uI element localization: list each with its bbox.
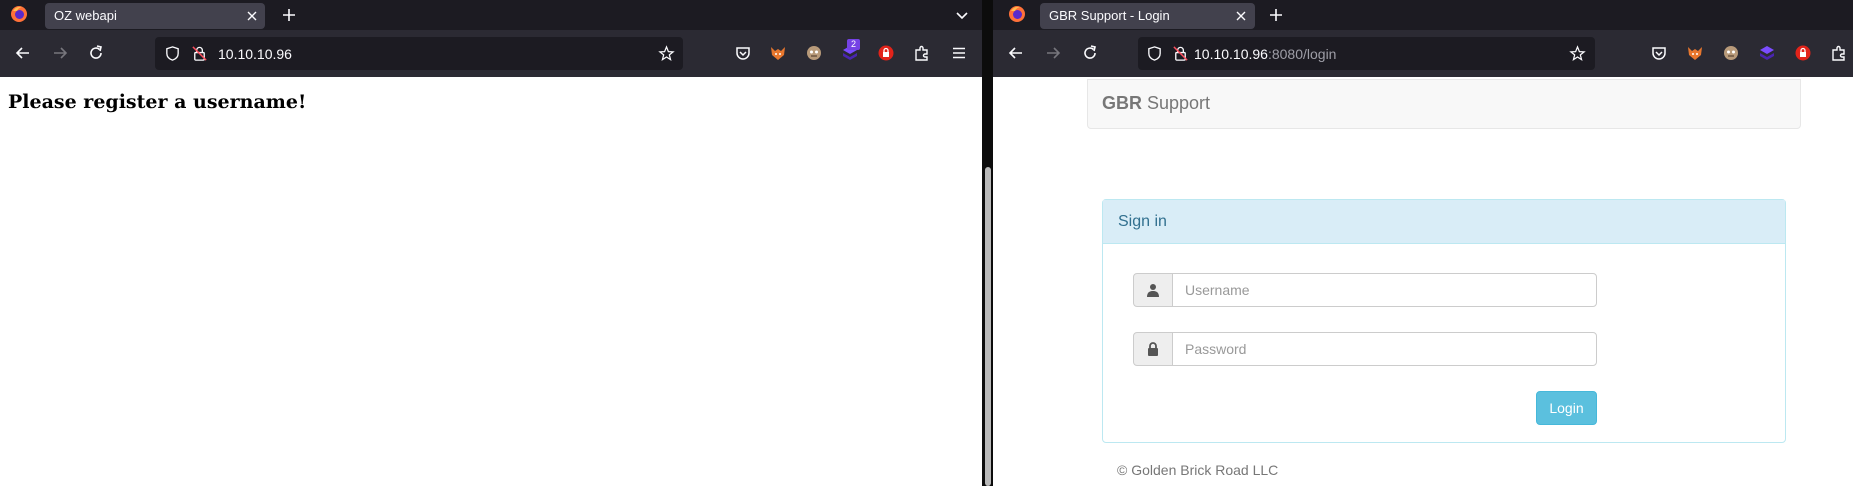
brand-rest: Support bbox=[1142, 93, 1211, 113]
nav-toolbar: 10.10.10.96:8080/login bbox=[993, 30, 1853, 77]
nav-toolbar: 10.10.10.96 2 bbox=[0, 30, 982, 77]
tab-title: GBR Support - Login bbox=[1049, 8, 1170, 23]
forward-arrow-icon[interactable] bbox=[50, 43, 70, 63]
password-group bbox=[1133, 332, 1597, 366]
star-icon[interactable] bbox=[658, 45, 675, 62]
shield-icon[interactable] bbox=[164, 45, 181, 62]
cookie-editor-icon[interactable] bbox=[805, 44, 823, 62]
plus-icon[interactable] bbox=[280, 6, 298, 24]
brand-bold: GBR bbox=[1102, 93, 1142, 113]
plus-icon[interactable] bbox=[1267, 6, 1285, 24]
page-content: GBR Support Sign in Username Login © Gol… bbox=[993, 77, 1853, 486]
tab-oz-webapi[interactable]: OZ webapi bbox=[45, 3, 265, 29]
lock-icon bbox=[1148, 342, 1158, 356]
page-content: Please register a username! bbox=[0, 77, 982, 486]
extensions-icon[interactable] bbox=[1830, 44, 1848, 62]
page-heading: Please register a username! bbox=[8, 91, 307, 113]
lock-slash-icon[interactable] bbox=[1172, 45, 1189, 62]
sign-in-panel: Sign in Username Login bbox=[1102, 199, 1786, 443]
username-input[interactable] bbox=[1172, 273, 1597, 307]
wappalyzer-icon[interactable] bbox=[1758, 44, 1776, 62]
brand-link[interactable]: GBR Support bbox=[1102, 93, 1210, 114]
extensions-icon[interactable] bbox=[913, 44, 931, 62]
url-bar[interactable]: 10.10.10.96:8080/login bbox=[1138, 37, 1595, 70]
url-text: 10.10.10.96:8080/login bbox=[1194, 46, 1336, 62]
foxyproxy-icon[interactable] bbox=[1686, 44, 1704, 62]
firefox-logo-icon[interactable] bbox=[10, 5, 28, 23]
password-addon bbox=[1133, 332, 1173, 366]
tab-bar: GBR Support - Login bbox=[993, 0, 1853, 30]
scrollbar-thumb[interactable] bbox=[985, 167, 991, 486]
url-text: 10.10.10.96 bbox=[218, 46, 292, 62]
login-button[interactable]: Login bbox=[1536, 391, 1597, 425]
reload-icon[interactable] bbox=[86, 43, 106, 63]
tab-bar: OZ webapi bbox=[0, 0, 982, 30]
panel-title: Sign in bbox=[1118, 213, 1167, 230]
pocket-icon[interactable] bbox=[734, 44, 752, 62]
close-icon[interactable] bbox=[1233, 8, 1249, 24]
panel-heading: Sign in bbox=[1103, 200, 1785, 244]
ublock-icon[interactable] bbox=[877, 44, 895, 62]
user-icon bbox=[1147, 284, 1159, 297]
hamburger-menu-icon[interactable] bbox=[950, 44, 968, 62]
password-input[interactable] bbox=[1172, 332, 1597, 366]
pocket-icon[interactable] bbox=[1650, 44, 1668, 62]
tab-title: OZ webapi bbox=[54, 8, 117, 23]
close-icon[interactable] bbox=[244, 8, 260, 24]
username-addon bbox=[1133, 273, 1173, 307]
left-browser-window: OZ webapi 10.10.10.96 2 Please register … bbox=[0, 0, 982, 486]
firefox-logo-icon[interactable] bbox=[1008, 5, 1026, 23]
star-icon[interactable] bbox=[1569, 45, 1586, 62]
username-group bbox=[1133, 273, 1597, 307]
footer-copyright: © Golden Brick Road LLC bbox=[1117, 462, 1279, 478]
cookie-editor-icon[interactable] bbox=[1722, 44, 1740, 62]
url-bar[interactable]: 10.10.10.96 bbox=[155, 37, 683, 70]
url-host: 10.10.10.96 bbox=[1194, 46, 1268, 62]
tab-gbr-support-login[interactable]: GBR Support - Login bbox=[1040, 3, 1255, 29]
back-arrow-icon[interactable] bbox=[13, 43, 33, 63]
extension-badge: 2 bbox=[847, 39, 860, 50]
forward-arrow-icon[interactable] bbox=[1043, 43, 1063, 63]
back-arrow-icon[interactable] bbox=[1006, 43, 1026, 63]
right-browser-window: GBR Support - Login 10.10.10.96:8080/log… bbox=[993, 0, 1853, 486]
ublock-icon[interactable] bbox=[1794, 44, 1812, 62]
foxyproxy-icon[interactable] bbox=[769, 44, 787, 62]
lock-slash-icon[interactable] bbox=[191, 45, 208, 62]
chevron-down-icon[interactable] bbox=[953, 6, 971, 24]
url-path: :8080/login bbox=[1267, 46, 1337, 62]
shield-icon[interactable] bbox=[1146, 45, 1163, 62]
reload-icon[interactable] bbox=[1080, 43, 1100, 63]
